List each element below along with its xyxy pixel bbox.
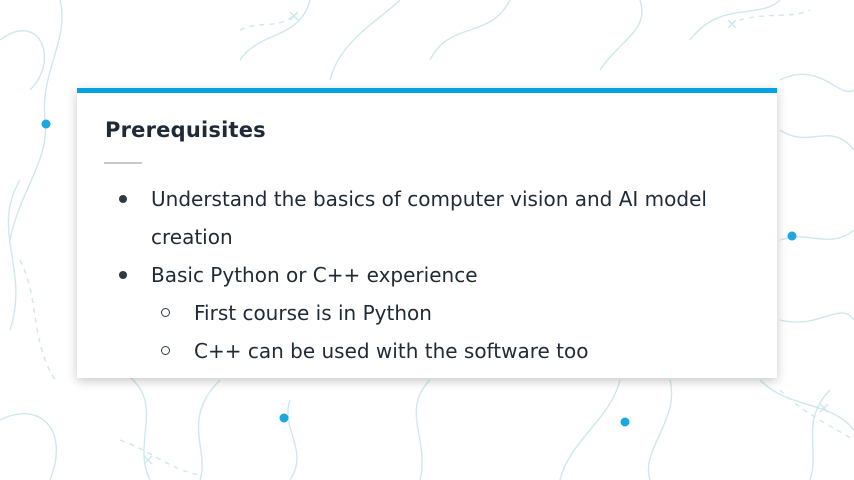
- slide-title: Prerequisites: [105, 118, 266, 142]
- slide: Prerequisites Understand the basics of c…: [0, 0, 854, 480]
- sub-list-item: C++ can be used with the software too: [151, 332, 739, 370]
- background-dot-icon: [41, 119, 51, 129]
- list-item: Basic Python or C++ experience: [119, 256, 739, 294]
- bullet-disc-icon: [119, 271, 127, 279]
- list-item: Understand the basics of computer vision…: [119, 180, 739, 256]
- sub-bullet-text: First course is in Python: [194, 301, 432, 325]
- sub-list-item: First course is in Python: [151, 294, 739, 332]
- bullet-circle-icon: [161, 346, 170, 355]
- bullet-circle-icon: [161, 308, 170, 317]
- background-x-icon: [289, 11, 299, 21]
- bullet-text: Understand the basics of computer vision…: [151, 187, 707, 249]
- card-accent-bar: [77, 88, 777, 93]
- bullet-disc-icon: [119, 195, 127, 203]
- title-divider: [104, 162, 142, 164]
- sub-bullet-list: First course is in Python C++ can be use…: [119, 294, 739, 370]
- bullet-list: Understand the basics of computer vision…: [119, 180, 739, 294]
- prerequisites-card: Prerequisites Understand the basics of c…: [77, 88, 777, 378]
- bullet-text: Basic Python or C++ experience: [151, 263, 478, 287]
- sub-bullet-text: C++ can be used with the software too: [194, 339, 589, 363]
